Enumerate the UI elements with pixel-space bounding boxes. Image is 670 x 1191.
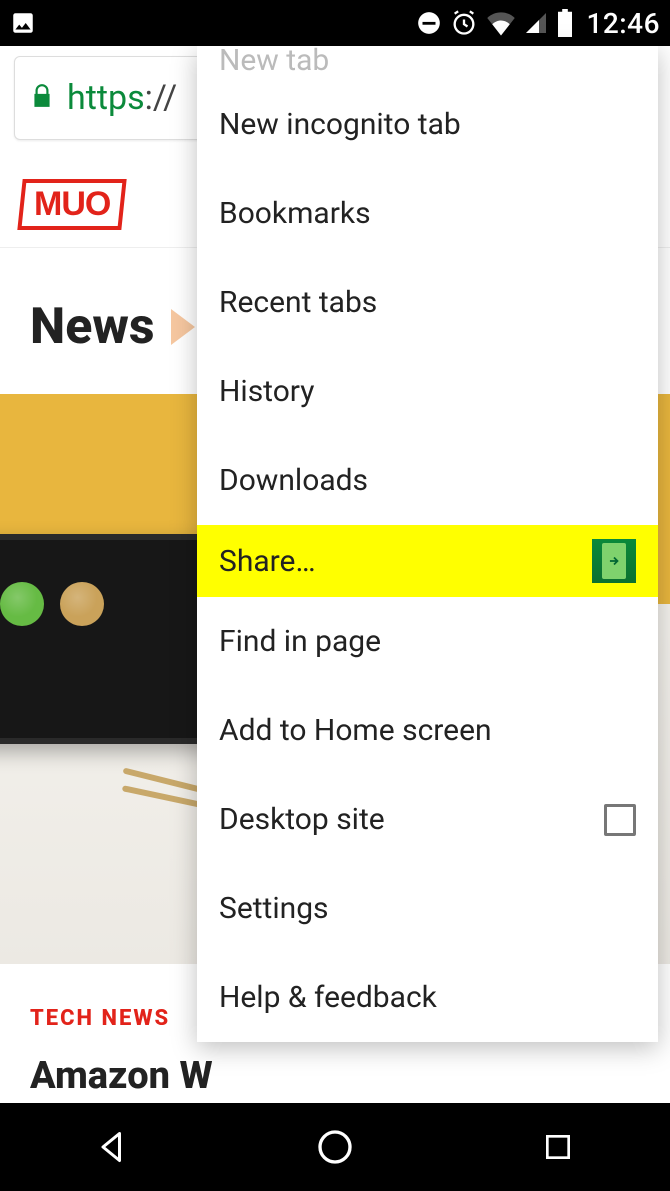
menu-item-recent-tabs[interactable]: Recent tabs	[197, 258, 658, 347]
wifi-icon	[486, 10, 516, 36]
menu-item-label: Find in page	[219, 624, 381, 659]
cell-signal-icon	[524, 11, 548, 35]
article-category[interactable]: TECH NEWS	[30, 1006, 170, 1031]
do-not-disturb-icon	[416, 10, 442, 36]
chrome-overflow-menu: New tab New incognito tab Bookmarks Rece…	[197, 46, 658, 1042]
status-time: 12:46	[586, 7, 660, 40]
menu-item-downloads[interactable]: Downloads	[197, 436, 658, 525]
url-scheme: https	[67, 78, 145, 118]
menu-item-find-in-page[interactable]: Find in page	[197, 597, 658, 686]
site-logo[interactable]: MUO	[17, 179, 127, 230]
share-to-device-icon	[592, 539, 636, 583]
menu-item-label: Share…	[219, 544, 316, 579]
menu-item-label: Add to Home screen	[219, 713, 492, 748]
menu-item-label: Downloads	[219, 463, 368, 498]
menu-item-add-to-home[interactable]: Add to Home screen	[197, 686, 658, 775]
home-button[interactable]	[305, 1117, 365, 1177]
menu-item-label: Help & feedback	[219, 980, 437, 1015]
url-rest: ://	[145, 78, 178, 118]
navigation-bar	[0, 1103, 670, 1191]
menu-item-label: New incognito tab	[219, 107, 461, 142]
back-button[interactable]	[82, 1117, 142, 1177]
status-bar: 12:46	[0, 0, 670, 46]
menu-item-label: New tab	[219, 46, 329, 78]
menu-item-label: Desktop site	[219, 802, 385, 837]
chevron-right-icon	[171, 309, 195, 345]
menu-item-incognito[interactable]: New incognito tab	[197, 80, 658, 169]
menu-item-settings[interactable]: Settings	[197, 864, 658, 953]
url-text: https://	[67, 78, 177, 118]
menu-item-label: Settings	[219, 891, 329, 926]
menu-item-label: Recent tabs	[219, 285, 377, 320]
menu-item-desktop-site[interactable]: Desktop site	[197, 775, 658, 864]
menu-item-new-tab[interactable]: New tab	[197, 46, 658, 80]
section-heading: News	[30, 298, 195, 356]
article-headline[interactable]: Amazon W	[30, 1056, 640, 1098]
lock-icon	[29, 81, 55, 115]
menu-item-label: History	[219, 374, 314, 409]
menu-item-bookmarks[interactable]: Bookmarks	[197, 169, 658, 258]
menu-item-help-feedback[interactable]: Help & feedback	[197, 953, 658, 1042]
menu-item-history[interactable]: History	[197, 347, 658, 436]
menu-item-share[interactable]: Share…	[197, 525, 658, 597]
desktop-site-checkbox[interactable]	[604, 804, 636, 836]
menu-item-label: Bookmarks	[219, 196, 371, 231]
battery-icon	[556, 9, 574, 37]
alarm-icon	[450, 9, 478, 37]
page-content: https:// MUO News TECH NEWS Amazon W	[0, 46, 670, 1103]
photos-icon	[10, 10, 36, 36]
heading-text: News	[30, 298, 155, 356]
recents-button[interactable]	[528, 1117, 588, 1177]
